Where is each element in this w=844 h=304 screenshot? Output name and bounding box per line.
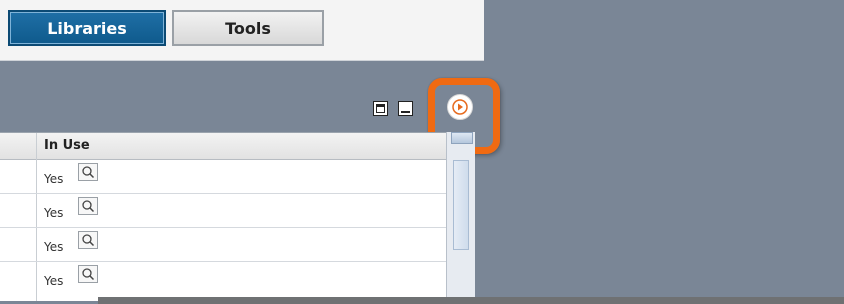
table-header: In Use bbox=[0, 133, 446, 160]
tab-tools[interactable]: Tools bbox=[172, 10, 324, 46]
table-row[interactable]: Yes bbox=[0, 228, 446, 262]
vertical-scrollbar[interactable] bbox=[446, 132, 475, 300]
in-use-value: Yes bbox=[44, 240, 64, 254]
magnifier-icon[interactable] bbox=[78, 265, 98, 283]
scroll-thumb[interactable] bbox=[453, 160, 469, 250]
table-row[interactable]: Yes bbox=[0, 160, 446, 194]
scroll-up-arrow-icon[interactable] bbox=[451, 132, 473, 144]
table-row[interactable]: Yes bbox=[0, 262, 446, 296]
magnifier-icon[interactable] bbox=[78, 231, 98, 249]
magnifier-icon[interactable] bbox=[78, 197, 98, 215]
in-use-value: Yes bbox=[44, 206, 64, 220]
maximize-icon[interactable] bbox=[373, 101, 388, 116]
column-header-in-use[interactable]: In Use bbox=[44, 138, 90, 153]
magnifier-icon[interactable] bbox=[78, 163, 98, 181]
data-table: In Use Yes Yes Yes Yes bbox=[0, 132, 446, 301]
tab-libraries[interactable]: Libraries bbox=[8, 10, 166, 46]
bottom-divider bbox=[98, 297, 844, 304]
in-use-value: Yes bbox=[44, 172, 64, 186]
top-tab-bar: Libraries Tools bbox=[0, 0, 484, 61]
minimize-icon[interactable] bbox=[398, 101, 413, 116]
table-row[interactable]: Yes bbox=[0, 194, 446, 228]
in-use-value: Yes bbox=[44, 274, 64, 288]
